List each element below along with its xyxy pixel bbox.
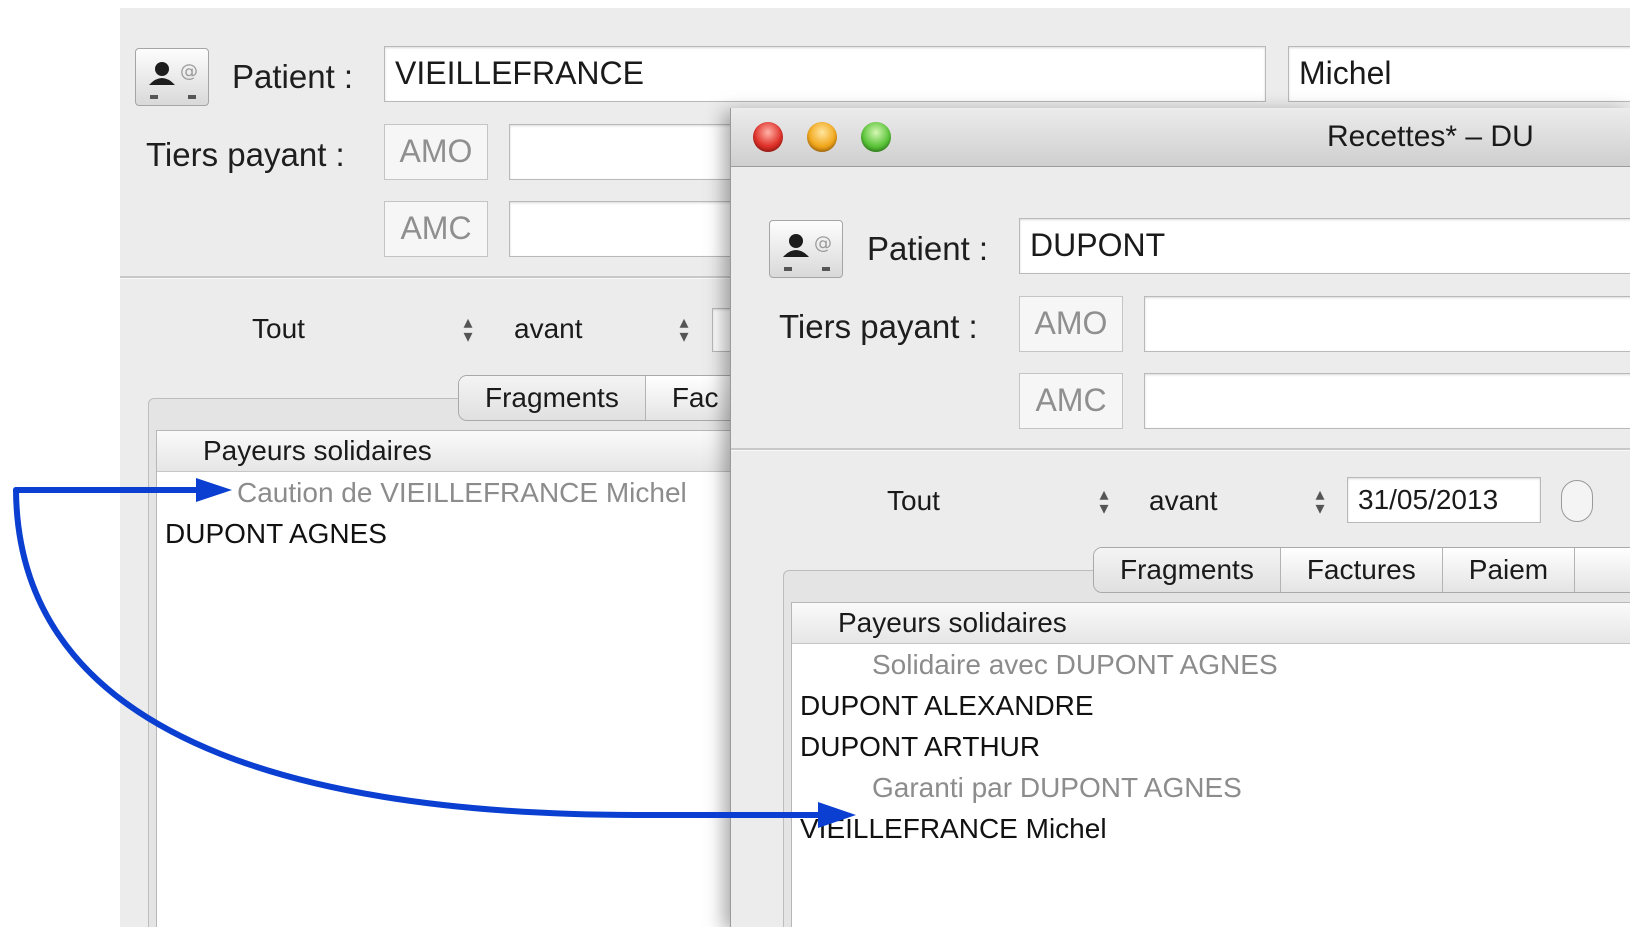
front-recettes-window: Recettes* – DU @ Patient : DUPONT Tiers … — [730, 108, 1630, 927]
amc-button[interactable]: AMC — [384, 201, 488, 257]
when-popup[interactable]: avant — [514, 313, 583, 345]
patient-label: Patient : — [867, 230, 989, 267]
tab-factures[interactable]: Factures — [1281, 548, 1443, 592]
popup-arrows-icon: ▴ ▾ — [679, 312, 689, 346]
header-separator — [731, 448, 1630, 451]
amo-button[interactable]: AMO — [1019, 296, 1123, 352]
window-title: Recettes* – DU — [1327, 120, 1534, 153]
list-item[interactable]: Garanti par DUPONT AGNES — [792, 767, 1630, 808]
contact-card-icon[interactable]: @ — [135, 48, 209, 106]
tiers-payant-label: Tiers payant : — [146, 136, 345, 173]
tab-paiements[interactable]: Paiem — [1443, 548, 1576, 592]
popup-arrows-icon: ▴ ▾ — [1099, 484, 1109, 518]
patient-lastname-field[interactable]: VIEILLEFRANCE — [384, 46, 1266, 102]
tiers-payant-label: Tiers payant : — [779, 308, 978, 345]
scope-popup[interactable]: Tout — [252, 313, 305, 345]
when-popup[interactable]: avant — [1149, 485, 1218, 517]
svg-text:@: @ — [180, 61, 198, 82]
amo-field[interactable] — [1144, 296, 1630, 352]
tab-fragments[interactable]: Fragments — [459, 376, 646, 420]
list-item[interactable]: Solidaire avec DUPONT AGNES — [792, 644, 1630, 685]
list-item[interactable]: DUPONT ARTHUR — [792, 726, 1630, 767]
amo-button[interactable]: AMO — [384, 124, 488, 180]
payeurs-list: Payeurs solidaires Solidaire avec DUPONT… — [791, 602, 1630, 927]
patient-firstname-field[interactable]: Michel — [1288, 46, 1630, 102]
amc-button[interactable]: AMC — [1019, 373, 1123, 429]
close-icon[interactable] — [753, 122, 783, 152]
tab-fragments[interactable]: Fragments — [1094, 548, 1281, 592]
popup-arrows-icon: ▴ ▾ — [1315, 484, 1325, 518]
minimize-icon[interactable] — [807, 122, 837, 152]
date-field[interactable]: 31/05/2013 — [1347, 477, 1541, 523]
scope-popup[interactable]: Tout — [887, 485, 940, 517]
popup-arrows-icon: ▴ ▾ — [463, 312, 473, 346]
title-bar[interactable]: Recettes* – DU — [731, 108, 1630, 167]
svg-text:@: @ — [814, 233, 832, 254]
patient-label: Patient : — [232, 58, 354, 95]
amc-field[interactable] — [1144, 373, 1630, 429]
list-item[interactable]: VIEILLEFRANCE Michel — [792, 808, 1630, 849]
contact-card-icon[interactable]: @ — [769, 220, 843, 278]
list-item[interactable]: DUPONT ALEXANDRE — [792, 685, 1630, 726]
calendar-button[interactable] — [1561, 480, 1593, 522]
patient-lastname-field[interactable]: DUPONT — [1019, 218, 1630, 274]
tab-bar: Fragments Factures Paiem — [1093, 547, 1630, 593]
zoom-icon[interactable] — [861, 122, 891, 152]
list-column-header[interactable]: Payeurs solidaires — [792, 603, 1630, 644]
